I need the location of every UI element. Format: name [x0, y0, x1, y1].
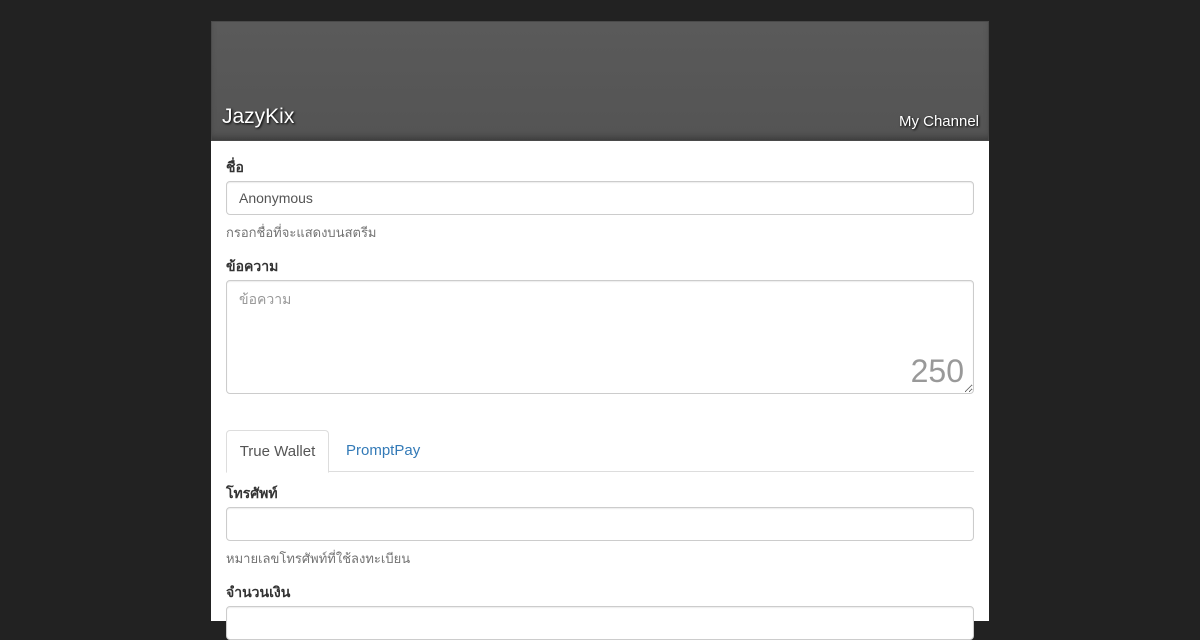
phone-label: โทรศัพท์ [226, 486, 278, 502]
phone-help-text: หมายเลขโทรศัพท์ที่ใช้ลงทะเบียน [226, 552, 411, 567]
channel-banner: JazyKix My Channel [211, 21, 989, 141]
tab-promptpay[interactable]: PromptPay [330, 430, 436, 472]
name-input[interactable] [226, 181, 974, 215]
payment-tabs: True Wallet PromptPay [226, 430, 974, 473]
message-label: ข้อความ [226, 259, 279, 275]
character-counter: 250 [910, 353, 964, 389]
name-help-text: กรอกชื่อที่จะแสดงบนสตรีม [226, 226, 377, 241]
page-container: JazyKix My Channel ชื่อ กรอกชื่อที่จะแสด… [211, 21, 989, 640]
amount-label: จำนวนเงิน [226, 585, 291, 601]
channel-name: JazyKix [222, 105, 295, 128]
my-channel-link[interactable]: My Channel [899, 113, 979, 130]
tab-true-wallet[interactable]: True Wallet [226, 430, 329, 473]
name-label: ชื่อ [226, 160, 244, 176]
amount-input[interactable] [226, 606, 974, 640]
phone-input[interactable] [226, 507, 974, 541]
message-textarea[interactable] [226, 280, 974, 394]
